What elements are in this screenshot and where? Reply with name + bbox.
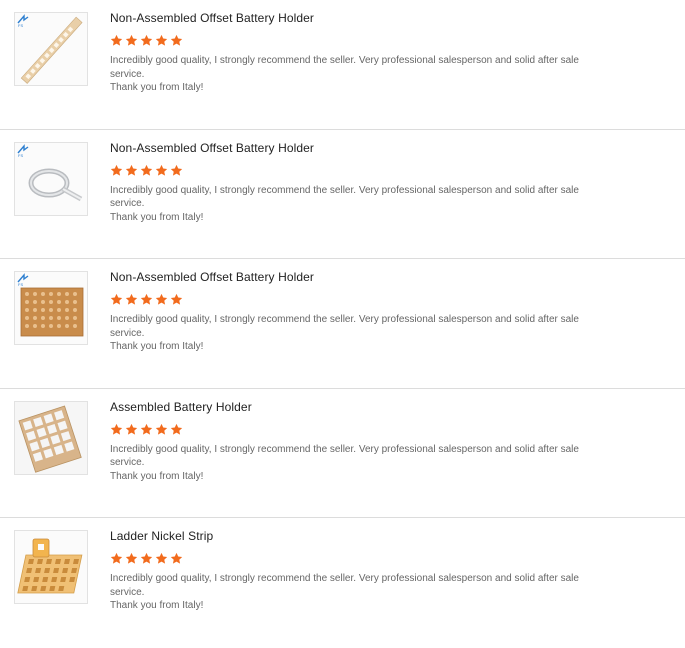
review-item: FS Non-Assembled Offset Battery Holder I… [0,259,685,389]
product-thumbnail[interactable]: FS [14,271,88,345]
review-item: FS Non-Assembled Offset Battery Holder I… [0,130,685,259]
product-title[interactable]: Ladder Nickel Strip [110,528,610,544]
ladder-nickel-strip-image [15,531,87,603]
star-icon [155,164,168,176]
review-text: Incredibly good quality, I strongly reco… [110,54,600,95]
diagonal-nickel-strip-image: FS [15,13,87,85]
star-icon [125,293,138,305]
product-thumbnail[interactable]: FS [14,141,88,216]
review-signoff: Thank you from Italy! [110,211,204,223]
nickel-strip-roll-image: FS [15,142,87,215]
star-icon [125,164,138,176]
star-icon [155,34,168,46]
star-icon [170,423,183,435]
review-body: Incredibly good quality, I strongly reco… [110,573,579,598]
product-title[interactable]: Assembled Battery Holder [110,399,610,415]
review-item: FS Non-Assembled Offset Battery Holder I… [0,0,685,130]
star-icon [155,423,168,435]
review-item: Ladder Nickel Strip Incredibly good qual… [0,518,685,648]
review-signoff: Thank you from Italy! [110,82,204,93]
star-icon [170,293,183,305]
star-icon [110,34,123,46]
star-icon [110,552,123,564]
review-body: Incredibly good quality, I strongly reco… [110,184,579,210]
product-thumbnail[interactable] [14,400,88,475]
product-title[interactable]: Non-Assembled Offset Battery Holder [110,269,610,285]
star-icon [155,293,168,305]
product-thumbnail[interactable] [14,530,88,604]
star-rating [110,423,610,437]
product-title[interactable]: Non-Assembled Offset Battery Holder [110,140,610,156]
review-item: Assembled Battery Holder Incredibly good… [0,389,685,518]
star-icon [140,164,153,176]
star-icon [110,423,123,435]
star-icon [125,34,138,46]
star-rating [110,34,610,48]
review-body: Incredibly good quality, I strongly reco… [110,55,579,80]
review-signoff: Thank you from Italy! [110,600,204,611]
star-rating [110,552,610,566]
star-rating [110,293,610,307]
review-text: Incredibly good quality, I strongly reco… [110,184,600,225]
review-body: Incredibly good quality, I strongly reco… [110,443,579,469]
review-list: FS Non-Assembled Offset Battery Holder I… [0,0,685,648]
review-signoff: Thank you from Italy! [110,470,204,482]
copper-sheet-grid-image: FS [15,272,87,344]
assembled-holder-grid-image [15,401,87,474]
star-icon [155,552,168,564]
product-thumbnail[interactable]: FS [14,12,88,86]
review-text: Incredibly good quality, I strongly reco… [110,572,600,613]
star-icon [170,34,183,46]
star-icon [110,293,123,305]
svg-text:FS: FS [18,23,23,28]
product-title[interactable]: Non-Assembled Offset Battery Holder [110,10,610,26]
star-rating [110,164,610,178]
review-text: Incredibly good quality, I strongly reco… [110,443,600,484]
svg-text:FS: FS [18,153,23,158]
star-icon [140,552,153,564]
svg-text:FS: FS [18,282,23,287]
star-icon [110,164,123,176]
star-icon [140,34,153,46]
star-icon [125,423,138,435]
star-icon [170,164,183,176]
review-body: Incredibly good quality, I strongly reco… [110,314,579,339]
star-icon [140,423,153,435]
star-icon [140,293,153,305]
star-icon [170,552,183,564]
review-text: Incredibly good quality, I strongly reco… [110,313,600,354]
star-icon [125,552,138,564]
review-signoff: Thank you from Italy! [110,341,204,352]
